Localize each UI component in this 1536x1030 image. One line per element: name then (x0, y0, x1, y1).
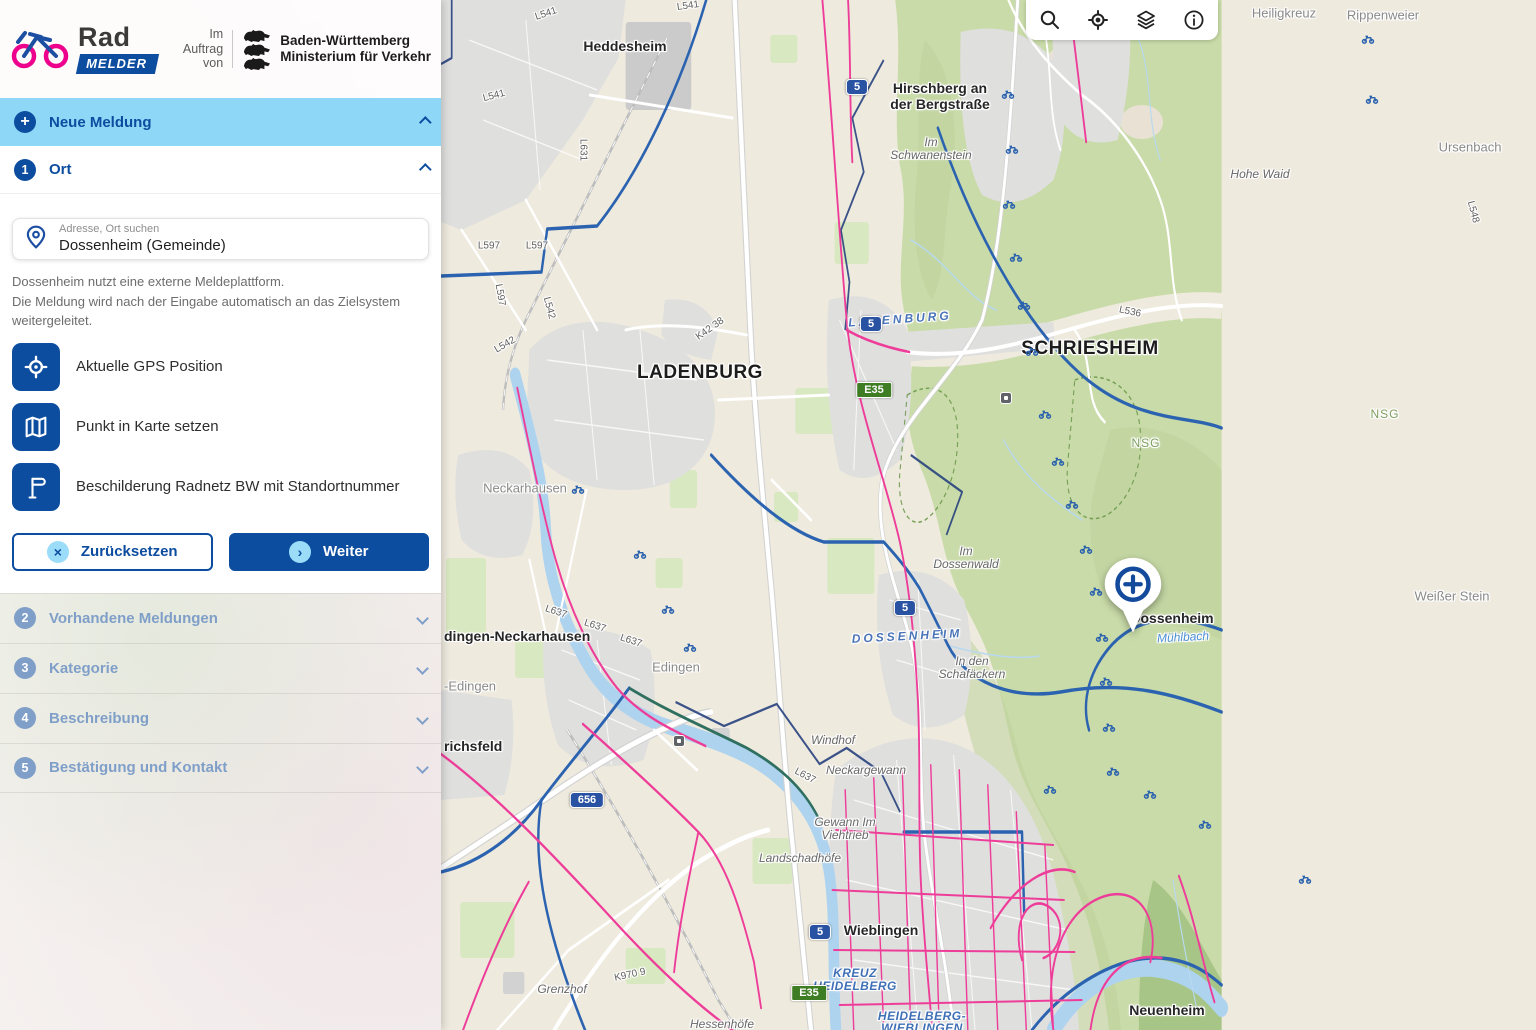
step-description[interactable]: 4 Beschreibung (0, 693, 441, 743)
option-signpost-label: Beschilderung Radnetz BW mit Standortnum… (76, 478, 399, 495)
plus-icon: + (14, 111, 36, 133)
chevron-up-icon (419, 116, 432, 129)
chevron-down-icon (416, 662, 429, 675)
step-number: 5 (14, 757, 36, 779)
map-icon (12, 403, 60, 451)
option-signpost[interactable]: Beschilderung Radnetz BW mit Standortnum… (12, 463, 429, 511)
reset-button[interactable]: × Zurücksetzen (12, 533, 213, 571)
step-category[interactable]: 3 Kategorie (0, 643, 441, 693)
option-map-point-label: Punkt in Karte setzen (76, 418, 219, 435)
locate-icon[interactable] (1078, 2, 1118, 38)
step-number: 4 (14, 707, 36, 729)
signpost-icon (12, 463, 60, 511)
app-logo: Rad MELDER (78, 24, 157, 74)
step-ort-header[interactable]: 1 Ort (0, 146, 441, 194)
step-description-label: Beschreibung (49, 710, 149, 727)
chevron-up-icon (419, 163, 432, 176)
step-confirmation[interactable]: 5 Bestätigung und Kontakt (0, 743, 441, 793)
layers-icon[interactable] (1126, 2, 1166, 38)
commission-text: Im Auftrag von (183, 27, 223, 70)
step-existing-reports[interactable]: 2 Vorhandene Meldungen (0, 593, 441, 643)
search-input[interactable] (59, 237, 418, 255)
address-search-box[interactable]: Adresse, Ort suchen (12, 218, 429, 260)
sidebar: Rad MELDER Im Auftrag von Baden-Württemb… (0, 0, 441, 1030)
step-ort-label: Ort (49, 161, 72, 178)
map-canvas[interactable]: HeddesheimHirschberg ander BergstraßeImS… (441, 0, 1536, 1030)
external-platform-notice: Dossenheim nutzt eine externe Meldeplatt… (12, 272, 429, 331)
ministry-name: Baden-Württemberg Ministerium für Verkeh… (280, 33, 431, 65)
option-gps[interactable]: Aktuelle GPS Position (12, 343, 429, 391)
option-map-point[interactable]: Punkt in Karte setzen (12, 403, 429, 451)
step-number: 1 (14, 159, 36, 181)
app-header: Rad MELDER Im Auftrag von Baden-Württemb… (0, 0, 441, 98)
step-ort-content: Adresse, Ort suchen Dossenheim nutzt ein… (0, 194, 441, 593)
bike-logo-icon (10, 24, 70, 75)
add-report-marker[interactable] (1100, 556, 1166, 643)
next-button[interactable]: › Weiter (229, 533, 430, 571)
step-existing-reports-label: Vorhandene Meldungen (49, 610, 218, 627)
step-number: 3 (14, 657, 36, 679)
chevron-down-icon (416, 612, 429, 625)
new-report-label: Neue Meldung (49, 114, 152, 131)
divider (232, 30, 233, 68)
logo-badge: MELDER (76, 54, 159, 74)
arrow-right-icon: › (289, 541, 311, 563)
map-geometry (441, 0, 1536, 1030)
map-toolbar (1026, 0, 1218, 40)
search-field-label: Adresse, Ort suchen (59, 223, 418, 236)
location-pin-icon (23, 224, 49, 255)
gps-icon (12, 343, 60, 391)
option-gps-label: Aktuelle GPS Position (76, 358, 223, 375)
close-icon: × (47, 541, 69, 563)
info-icon[interactable] (1174, 2, 1214, 38)
new-report-header[interactable]: + Neue Meldung (0, 98, 441, 146)
step-number: 2 (14, 607, 36, 629)
chevron-down-icon (416, 761, 429, 774)
logo-text: Rad (78, 24, 157, 51)
search-icon[interactable] (1030, 2, 1070, 38)
step-category-label: Kategorie (49, 660, 118, 677)
bw-coat-of-arms-icon (242, 29, 272, 70)
step-confirmation-label: Bestätigung und Kontakt (49, 759, 227, 776)
chevron-down-icon (416, 712, 429, 725)
